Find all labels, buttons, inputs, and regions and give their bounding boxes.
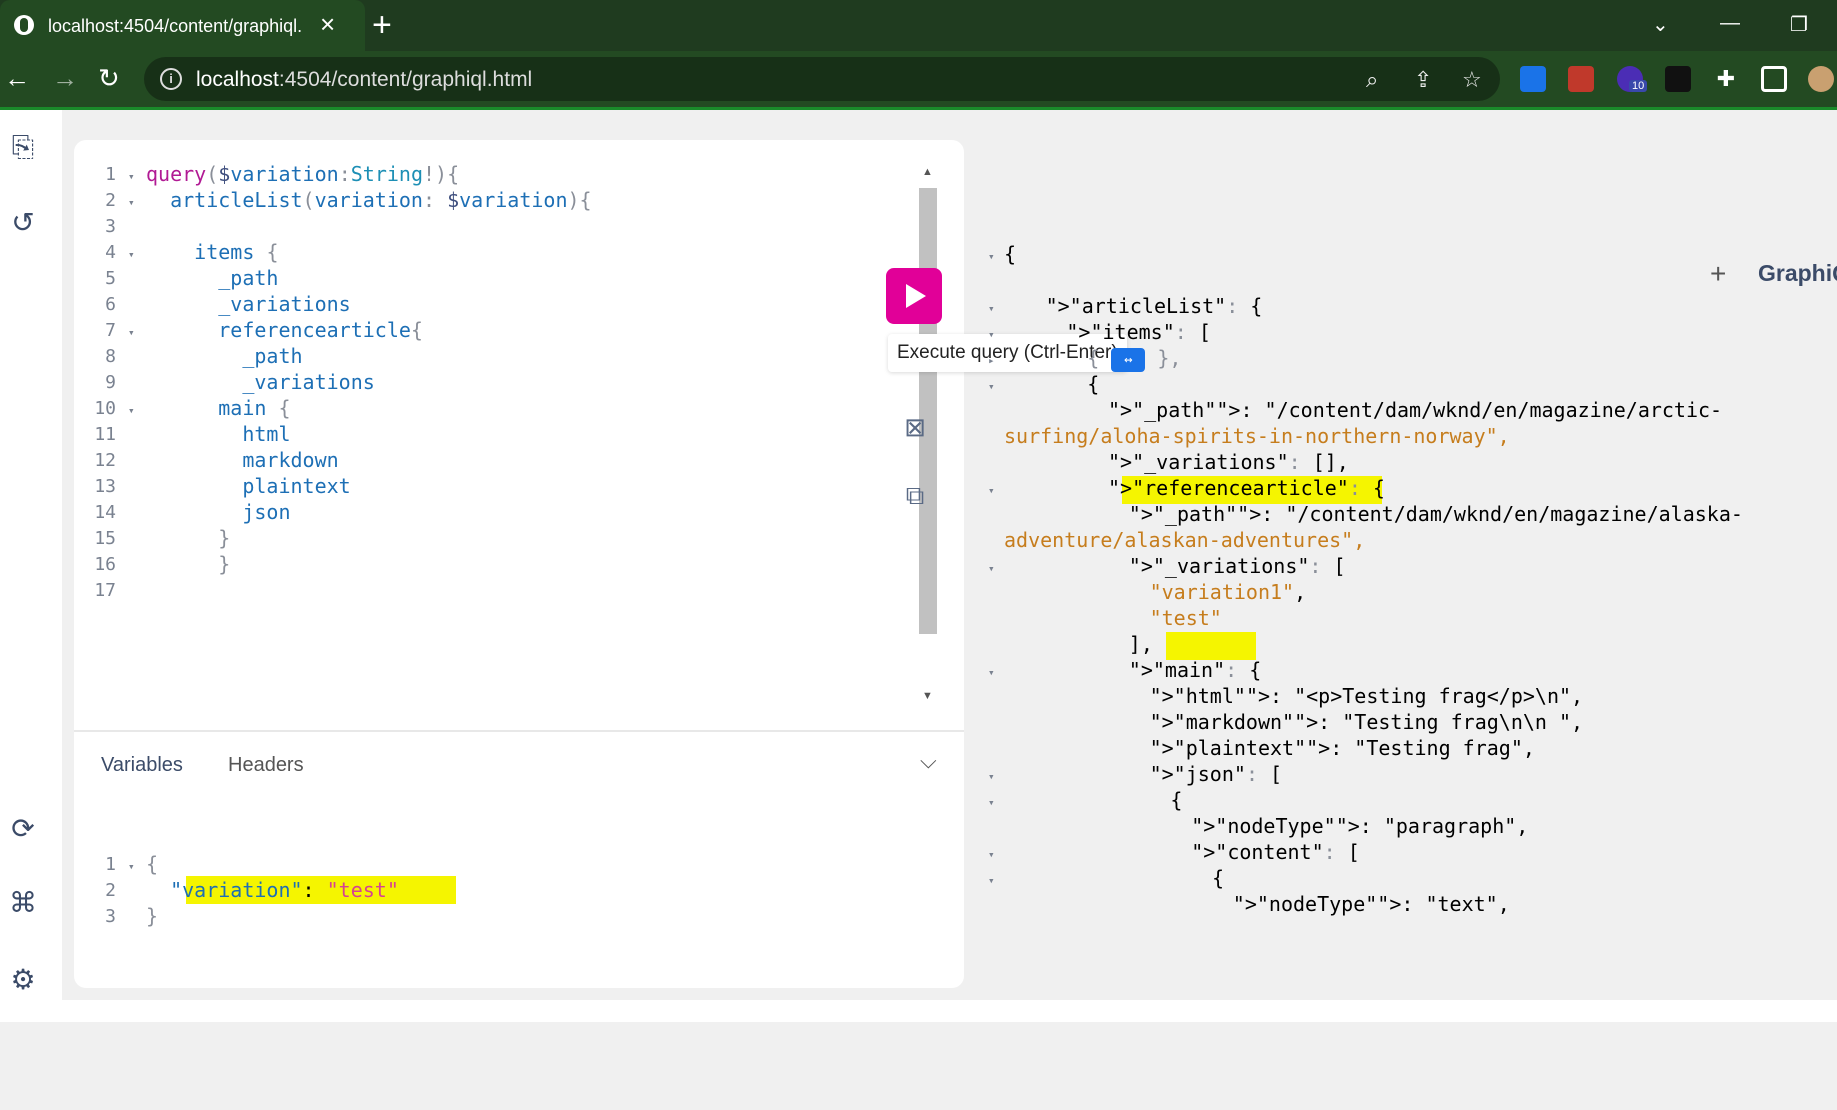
line-number: 4 xyxy=(105,242,116,263)
fold-arrow-icon[interactable]: ▾ xyxy=(988,328,995,341)
fold-arrow-icon[interactable]: ▾ xyxy=(128,170,135,183)
zoom-icon[interactable]: ⌕ xyxy=(1366,67,1378,93)
restore-icon[interactable]: ❐ xyxy=(1790,12,1808,37)
fold-arrow-icon[interactable]: ▾ xyxy=(128,404,135,417)
fold-arrow-icon[interactable]: ▾ xyxy=(988,874,995,887)
history-icon[interactable]: ↺ xyxy=(8,208,38,238)
line-number: 1 xyxy=(105,164,116,185)
line-number: 12 xyxy=(94,450,116,471)
line-number: 14 xyxy=(94,502,116,523)
fold-arrow-icon[interactable]: ▾ xyxy=(128,196,135,209)
line-number: 1 xyxy=(105,854,116,875)
tab-title: localhost:4504/content/graphiql. xyxy=(48,16,303,36)
share-icon[interactable]: ⇪ xyxy=(1414,67,1432,93)
docs-icon[interactable]: ⎘ xyxy=(8,132,38,162)
globe-icon xyxy=(14,15,34,35)
fold-arrow-icon[interactable]: ▾ xyxy=(988,562,995,575)
browser-toolbar: ← → ↻ i localhost:4504/content/graphiql.… xyxy=(0,51,1837,107)
query-line: articleList(variation: $variation){ xyxy=(170,188,592,212)
query-line: } xyxy=(218,552,231,576)
forward-icon[interactable]: → xyxy=(52,65,78,91)
highlight-mark xyxy=(1166,632,1256,660)
tab-headers[interactable]: Headers xyxy=(228,754,304,777)
browser-tabstrip: localhost:4504/content/graphiql. × + ⌄ —… xyxy=(0,0,1837,51)
url-text: localhost:4504/content/graphiql.html xyxy=(196,68,533,91)
graphiql-sidebar: ⎘ ↺ ⟳ ⌘ ⚙ xyxy=(0,110,62,1022)
new-tab-button[interactable]: + xyxy=(372,8,392,42)
fold-arrow-icon[interactable]: ▾ xyxy=(128,860,135,873)
variable-line: "variation": "test" xyxy=(170,878,399,902)
fold-arrow-icon[interactable]: ▾ xyxy=(128,248,135,261)
fold-arrow-icon[interactable]: ▸ xyxy=(988,354,995,367)
settings-gear-icon[interactable]: ⚙ xyxy=(8,965,38,995)
expand-object-button[interactable]: ↔ xyxy=(1111,347,1146,372)
fold-arrow-icon[interactable]: ▾ xyxy=(988,250,995,263)
copy-icon[interactable]: ⧉ xyxy=(900,480,930,510)
scrollbar-thumb[interactable] xyxy=(919,188,937,634)
fold-arrow-icon[interactable]: ▾ xyxy=(988,848,995,861)
execute-query-button[interactable] xyxy=(886,268,942,324)
line-number: 8 xyxy=(105,346,116,367)
result-line: { ↔ }, xyxy=(1087,346,1182,372)
result-line: ">"nodeType"">: "text", xyxy=(1232,892,1510,916)
line-number: 2 xyxy=(105,190,116,211)
line-number: 3 xyxy=(105,906,116,927)
variable-line: } xyxy=(146,904,159,928)
extension-badge: 10 xyxy=(1629,80,1648,92)
address-bar[interactable]: i localhost:4504/content/graphiql.html ⌕… xyxy=(144,57,1500,101)
profile-avatar[interactable] xyxy=(1808,66,1834,92)
fold-arrow-icon[interactable]: ▾ xyxy=(988,302,995,315)
query-editor[interactable]: 1 ▾ query($variation:String!){2 ▾ articleLi… xyxy=(74,140,914,610)
close-tab-icon[interactable]: × xyxy=(320,10,335,38)
result-line: "test" xyxy=(1149,606,1222,630)
purple-extension-icon[interactable]: 10 xyxy=(1617,66,1648,92)
line-number: 10 xyxy=(94,398,116,419)
editor-divider xyxy=(74,730,964,732)
fold-arrow-icon[interactable]: ▾ xyxy=(988,796,995,809)
line-number: 2 xyxy=(105,880,116,901)
result-line: { xyxy=(1087,372,1100,396)
line-number: 9 xyxy=(105,372,116,393)
line-number: 11 xyxy=(94,424,116,445)
line-number: 6 xyxy=(105,294,116,315)
reload-icon[interactable]: ↻ xyxy=(98,65,120,91)
line-number: 15 xyxy=(94,528,116,549)
extensions-puzzle-icon[interactable]: ✚ xyxy=(1713,66,1739,92)
result-viewer[interactable]: ▾{▾ ">"articleList": {▾ ">"items": [▸{ ↔ }… xyxy=(988,220,1837,1110)
refetch-schema-icon[interactable]: ⟳ xyxy=(8,814,38,844)
result-line: { xyxy=(1212,866,1225,890)
result-line: { xyxy=(1170,788,1183,812)
fold-arrow-icon[interactable]: ▾ xyxy=(988,770,995,783)
result-line: { xyxy=(1004,242,1017,266)
info-icon[interactable]: i xyxy=(160,68,182,90)
line-number: 17 xyxy=(94,580,116,601)
bookmark-star-icon[interactable]: ☆ xyxy=(1462,67,1482,93)
minimize-icon[interactable]: — xyxy=(1720,12,1740,35)
translate-extension-icon[interactable] xyxy=(1520,66,1546,92)
fold-arrow-icon[interactable]: ▾ xyxy=(988,484,995,497)
prettify-icon[interactable]: ⊠ xyxy=(900,412,930,442)
red-extension-icon[interactable] xyxy=(1568,66,1594,92)
fold-arrow-icon[interactable]: ▾ xyxy=(988,380,995,393)
chevron-down-icon[interactable]: ⌵ xyxy=(920,748,937,774)
back-icon[interactable]: ← xyxy=(4,65,30,91)
scroll-down-icon[interactable]: ▼ xyxy=(922,690,933,702)
scroll-up-icon[interactable]: ▲ xyxy=(922,166,933,178)
side-panel-icon[interactable] xyxy=(1761,66,1787,92)
shortcuts-icon[interactable]: ⌘ xyxy=(8,888,38,918)
line-number: 3 xyxy=(105,216,116,237)
fold-arrow-icon[interactable]: ▾ xyxy=(988,666,995,679)
tab-search-icon[interactable]: ⌄ xyxy=(1652,12,1669,37)
line-number: 16 xyxy=(94,554,116,575)
fold-arrow-icon[interactable]: ▾ xyxy=(128,326,135,339)
line-number: 7 xyxy=(105,320,116,341)
tab-variables[interactable]: Variables xyxy=(101,754,183,777)
line-number: 13 xyxy=(94,476,116,497)
status-strip xyxy=(0,1000,1837,1022)
line-number: 5 xyxy=(105,268,116,289)
query-editor-panel: 1 ▾ query($variation:String!){2 ▾ articleLi… xyxy=(74,140,964,988)
color-extension-icon[interactable] xyxy=(1665,66,1691,92)
browser-tab[interactable]: localhost:4504/content/graphiql. × xyxy=(0,0,365,51)
graphiql-app: ⎘ ↺ ⟳ ⌘ ⚙ 1 ▾ query($variation:String!){2 ▾… xyxy=(0,110,1837,1022)
